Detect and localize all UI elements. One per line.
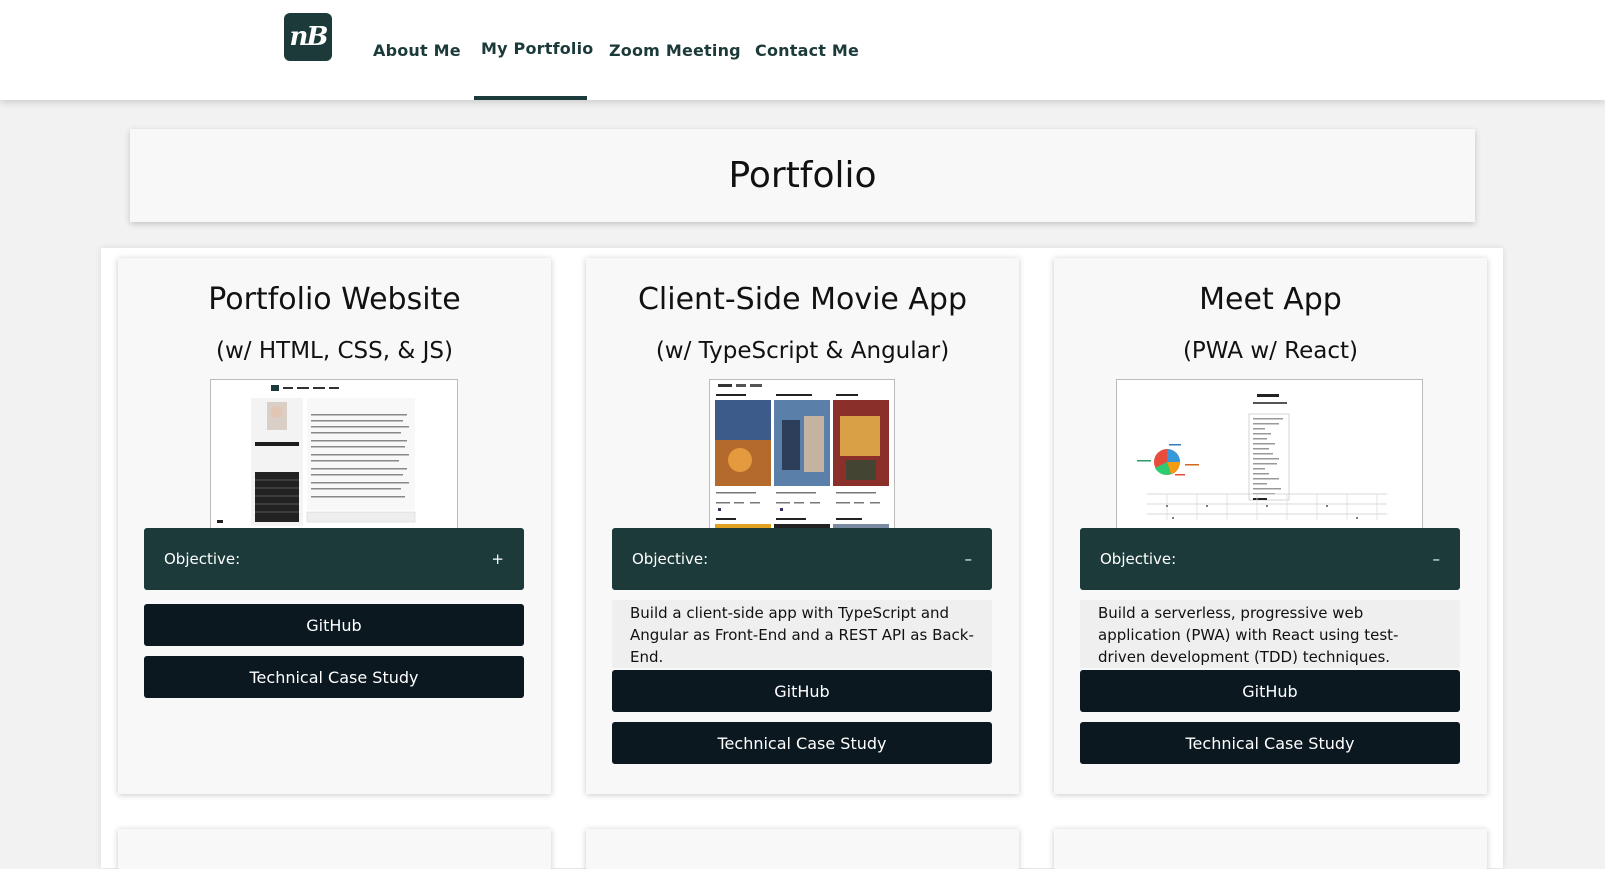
card-subtitle: (PWA w/ React) xyxy=(1182,338,1359,364)
portfolio-website-preview xyxy=(211,380,457,528)
card-title: Client-Side Movie App xyxy=(637,282,968,317)
objective-toggle[interactable]: Objective: + xyxy=(144,528,524,590)
top-navbar: nB About Me My Portfolio Zoom Meeting Co… xyxy=(0,0,1605,100)
nav-zoom-meeting[interactable]: Zoom Meeting xyxy=(609,0,741,100)
page-title-box: Portfolio xyxy=(130,129,1475,222)
nav-about-me[interactable]: About Me xyxy=(373,0,461,100)
project-card-movie-app: Client-Side Movie App (w/ TypeScript & A… xyxy=(586,258,1019,794)
project-card-portfolio-website: Portfolio Website (w/ HTML, CSS, & JS) O… xyxy=(118,258,551,794)
case-study-button[interactable]: Technical Case Study xyxy=(144,656,524,698)
project-card-next xyxy=(586,829,1019,869)
project-card-next xyxy=(1054,829,1487,869)
project-screenshot xyxy=(709,379,895,529)
objective-label: Objective: xyxy=(632,550,709,568)
objective-toggle[interactable]: Objective: – xyxy=(612,528,992,590)
project-screenshot xyxy=(210,379,458,529)
github-button[interactable]: GitHub xyxy=(1080,670,1460,712)
collapse-icon[interactable]: – xyxy=(1433,550,1441,568)
github-button[interactable]: GitHub xyxy=(612,670,992,712)
objective-description: Build a serverless, progressive web appl… xyxy=(1080,600,1460,668)
page-title: Portfolio xyxy=(728,155,877,196)
project-card-meet-app: Meet App (PWA w/ React) Objective: – Bui… xyxy=(1054,258,1487,794)
project-screenshot xyxy=(1116,379,1423,529)
collapse-icon[interactable]: – xyxy=(965,550,973,568)
nav-my-portfolio[interactable]: My Portfolio xyxy=(481,0,594,100)
case-study-button[interactable]: Technical Case Study xyxy=(612,722,992,764)
objective-toggle[interactable]: Objective: – xyxy=(1080,528,1460,590)
project-card-next xyxy=(118,829,551,869)
active-nav-indicator xyxy=(474,96,587,100)
card-subtitle: (w/ TypeScript & Angular) xyxy=(655,338,950,364)
objective-label: Objective: xyxy=(1100,550,1177,568)
card-subtitle: (w/ HTML, CSS, & JS) xyxy=(216,338,453,364)
logo[interactable]: nB xyxy=(284,13,332,61)
case-study-button[interactable]: Technical Case Study xyxy=(1080,722,1460,764)
objective-label: Objective: xyxy=(164,550,241,568)
nav-contact-me[interactable]: Contact Me xyxy=(755,0,859,100)
objective-description: Build a client-side app with TypeScript … xyxy=(612,600,992,668)
movie-app-preview xyxy=(710,380,894,528)
expand-icon[interactable]: + xyxy=(491,550,504,568)
github-button[interactable]: GitHub xyxy=(144,604,524,646)
meet-app-preview xyxy=(1117,380,1422,528)
card-title: Portfolio Website xyxy=(208,282,461,317)
card-title: Meet App xyxy=(1199,282,1342,317)
